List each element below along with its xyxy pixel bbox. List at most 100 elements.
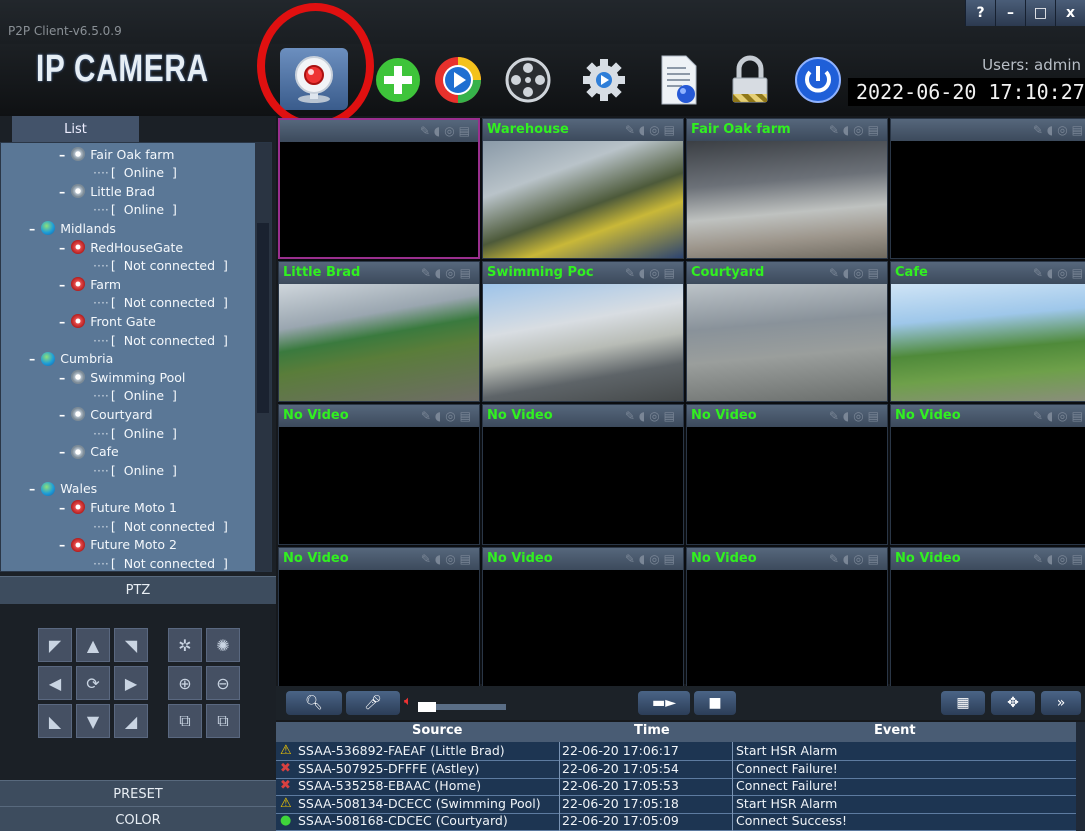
video-cell[interactable]: No Video ✎◖◎▤	[686, 547, 888, 688]
log-col-event[interactable]: Event	[874, 723, 916, 738]
ptz-auto-button[interactable]: ⟳	[76, 666, 110, 700]
cell-controls-icon[interactable]: ✎◖◎▤	[829, 409, 883, 423]
tree-device[interactable]: – Courtyard	[59, 405, 153, 423]
cell-controls-icon[interactable]: ✎◖◎▤	[829, 266, 883, 280]
iris-open-button[interactable]: ⧉	[168, 704, 202, 738]
record-button[interactable]: ▬►	[638, 691, 690, 715]
video-cell[interactable]: Courtyard ✎◖◎▤	[686, 261, 888, 402]
tree-device[interactable]: – Cafe	[59, 443, 119, 461]
log-row[interactable]: ⚠ SSAA-536892-FAEAF (Little Brad) 22-06-20…	[276, 743, 1076, 760]
video-cell[interactable]: Swimming Poc ✎◖◎▤	[482, 261, 684, 402]
ptz-control-button[interactable]	[496, 48, 560, 112]
collapse-toggle-icon[interactable]: –	[59, 444, 65, 459]
tree-group[interactable]: – Cumbria	[29, 350, 113, 368]
tree-device[interactable]: – Future Moto 1	[59, 498, 177, 516]
cell-controls-icon[interactable]: ✎◖◎▤	[421, 409, 475, 423]
log-scrollbar[interactable]	[1076, 722, 1085, 831]
log-col-time[interactable]: Time	[634, 723, 670, 738]
video-cell[interactable]: Warehouse ✎◖◎▤	[482, 118, 684, 259]
video-cell[interactable]: ✎◖◎▤	[278, 118, 480, 259]
tree-device[interactable]: – RedHouseGate	[59, 238, 183, 256]
tree-device[interactable]: – Little Brad	[59, 182, 155, 200]
cell-controls-icon[interactable]: ✎◖◎▤	[1033, 266, 1085, 280]
collapse-toggle-icon[interactable]: –	[59, 370, 65, 385]
cell-controls-icon[interactable]: ✎◖◎▤	[420, 124, 474, 138]
add-device-button[interactable]	[366, 48, 430, 112]
live-view-button[interactable]	[280, 48, 348, 110]
video-cell[interactable]: Cafe ✎◖◎▤	[890, 261, 1085, 402]
tree-group[interactable]: – Midlands	[29, 219, 116, 237]
tab-list[interactable]: List	[12, 116, 139, 142]
power-button[interactable]	[786, 48, 850, 112]
collapse-toggle-icon[interactable]: –	[59, 147, 65, 162]
ptz-down-button[interactable]: ▼	[76, 704, 110, 738]
zoom-out-button[interactable]: ⊖	[206, 666, 240, 700]
collapse-toggle-icon[interactable]: –	[59, 240, 65, 255]
cell-controls-icon[interactable]: ✎◖◎▤	[1033, 409, 1085, 423]
collapse-toggle-icon[interactable]: –	[29, 221, 35, 236]
cell-controls-icon[interactable]: ✎◖◎▤	[1033, 552, 1085, 566]
video-cell[interactable]: No Video ✎◖◎▤	[482, 404, 684, 545]
ptz-up-left-button[interactable]: ◤	[38, 628, 72, 662]
color-panel-header[interactable]: COLOR	[0, 806, 276, 831]
preset-panel-header[interactable]: PRESET	[0, 780, 276, 808]
video-cell[interactable]: Fair Oak farm ✎◖◎▤	[686, 118, 888, 259]
tree-scrollbar[interactable]	[255, 143, 271, 571]
tree-device[interactable]: – Farm	[59, 275, 121, 293]
log-row[interactable]: ✖ SSAA-535258-EBAAC (Home) 22-06-20 17:05:…	[276, 778, 1076, 795]
maximize-button[interactable]: □	[1025, 0, 1055, 26]
iris-close-button[interactable]: ⧉	[206, 704, 240, 738]
video-cell[interactable]: No Video ✎◖◎▤	[278, 404, 480, 545]
log-col-source[interactable]: Source	[412, 723, 462, 738]
tree-device[interactable]: – Fair Oak farm	[59, 145, 174, 163]
ptz-up-right-button[interactable]: ◥	[114, 628, 148, 662]
collapse-toggle-icon[interactable]: –	[59, 500, 65, 515]
log-report-button[interactable]	[646, 48, 710, 112]
ptz-left-button[interactable]: ◀	[38, 666, 72, 700]
expand-button[interactable]: »	[1041, 691, 1081, 715]
snapshot-button[interactable]: ■	[694, 691, 736, 715]
tree-device[interactable]: – Future Moto 2	[59, 536, 177, 554]
focus-far-button[interactable]: ✺	[206, 628, 240, 662]
cell-controls-icon[interactable]: ✎◖◎▤	[421, 552, 475, 566]
video-cell[interactable]: No Video ✎◖◎▤	[890, 404, 1085, 545]
cell-controls-icon[interactable]: ✎◖◎▤	[625, 123, 679, 137]
collapse-toggle-icon[interactable]: –	[59, 277, 65, 292]
ptz-down-right-button[interactable]: ◢	[114, 704, 148, 738]
talk-button[interactable]: 🎤︎	[346, 691, 400, 715]
cell-controls-icon[interactable]: ✎◖◎▤	[829, 123, 883, 137]
collapse-toggle-icon[interactable]: –	[59, 314, 65, 329]
video-cell[interactable]: No Video ✎◖◎▤	[278, 547, 480, 688]
log-row[interactable]: ✖ SSAA-507925-DFFFE (Astley) 22-06-20 17:0…	[276, 761, 1076, 778]
volume-handle[interactable]	[418, 702, 436, 712]
settings-button[interactable]	[572, 48, 636, 112]
lock-button[interactable]	[718, 48, 782, 112]
collapse-toggle-icon[interactable]: –	[29, 481, 35, 496]
log-row[interactable]: ⚠ SSAA-508134-DCECC (Swimming Pool) 22-06-…	[276, 796, 1076, 813]
collapse-toggle-icon[interactable]: –	[29, 351, 35, 366]
tree-device[interactable]: – Front Gate	[59, 312, 156, 330]
log-row[interactable]: ● SSAA-508168-CDCEC (Courtyard) 22-06-20 1…	[276, 813, 1076, 830]
tree-group[interactable]: – Wales	[29, 480, 97, 498]
video-cell[interactable]: No Video ✎◖◎▤	[482, 547, 684, 688]
video-cell[interactable]: No Video ✎◖◎▤	[890, 547, 1085, 688]
cell-controls-icon[interactable]: ✎◖◎▤	[1033, 123, 1085, 137]
tree-device[interactable]: – Swimming Pool	[59, 368, 185, 386]
cell-controls-icon[interactable]: ✎◖◎▤	[421, 266, 475, 280]
close-button[interactable]: x	[1055, 0, 1085, 26]
cell-controls-icon[interactable]: ✎◖◎▤	[625, 266, 679, 280]
cell-controls-icon[interactable]: ✎◖◎▤	[829, 552, 883, 566]
ptz-panel-header[interactable]: PTZ	[0, 576, 276, 604]
zoom-in-button[interactable]: ⊕	[168, 666, 202, 700]
ptz-right-button[interactable]: ▶	[114, 666, 148, 700]
cell-controls-icon[interactable]: ✎◖◎▤	[625, 552, 679, 566]
layout-button[interactable]: ▦	[941, 691, 985, 715]
focus-near-button[interactable]: ✲	[168, 628, 202, 662]
video-cell[interactable]: ✎◖◎▤	[890, 118, 1085, 259]
fullscreen-button[interactable]: ✥	[991, 691, 1035, 715]
collapse-toggle-icon[interactable]: –	[59, 184, 65, 199]
help-button[interactable]: ?	[965, 0, 995, 26]
ptz-down-left-button[interactable]: ◣	[38, 704, 72, 738]
ptz-up-button[interactable]: ▲	[76, 628, 110, 662]
search-button[interactable]: 🔍︎	[286, 691, 342, 715]
